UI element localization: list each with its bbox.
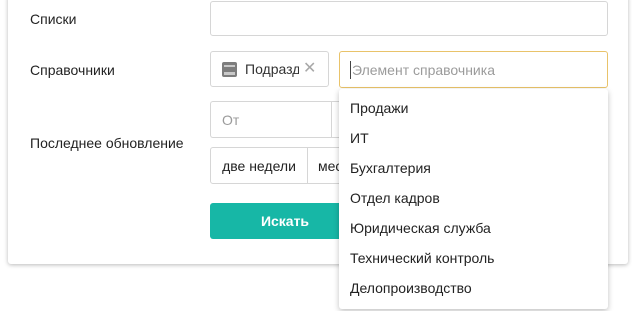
last-update-label: Последнее обновление xyxy=(30,135,184,151)
period-month-label: месяц xyxy=(318,157,340,174)
directory-element-placeholder: Элемент справочника xyxy=(352,61,495,78)
search-button[interactable]: Искать xyxy=(210,203,360,239)
directory-dropdown: Продажи ИТ Бухгалтерия Отдел кадров Юрид… xyxy=(339,89,608,309)
remove-chip-icon[interactable]: ✕ xyxy=(303,61,316,77)
dropdown-item[interactable]: Юридическая служба xyxy=(339,213,608,243)
date-from-input[interactable]: От xyxy=(210,101,332,138)
lists-input[interactable] xyxy=(210,1,608,36)
dropdown-item[interactable]: ИТ xyxy=(339,123,608,153)
selected-directory-chip[interactable]: Подразделения ✕ xyxy=(210,51,329,87)
dropdown-item[interactable]: Технический контроль xyxy=(339,243,608,273)
dropdown-item[interactable]: Продажи xyxy=(339,93,608,123)
chip-label: Подразделения xyxy=(245,61,299,77)
date-from-placeholder: От xyxy=(222,111,240,128)
lists-label: Списки xyxy=(30,11,77,27)
directories-label: Справочники xyxy=(30,62,115,78)
period-two-weeks-button[interactable]: две недели xyxy=(210,147,308,184)
directory-element-input[interactable]: Элемент справочника xyxy=(339,51,608,88)
period-month-button[interactable]: месяц xyxy=(307,147,341,184)
dropdown-item[interactable]: Бухгалтерия xyxy=(339,153,608,183)
period-two-weeks-label: две недели xyxy=(222,157,296,174)
dropdown-item[interactable]: Делопроизводство xyxy=(339,273,608,303)
dropdown-item[interactable]: Отдел кадров xyxy=(339,183,608,213)
text-cursor xyxy=(350,60,351,79)
book-icon xyxy=(222,61,237,77)
